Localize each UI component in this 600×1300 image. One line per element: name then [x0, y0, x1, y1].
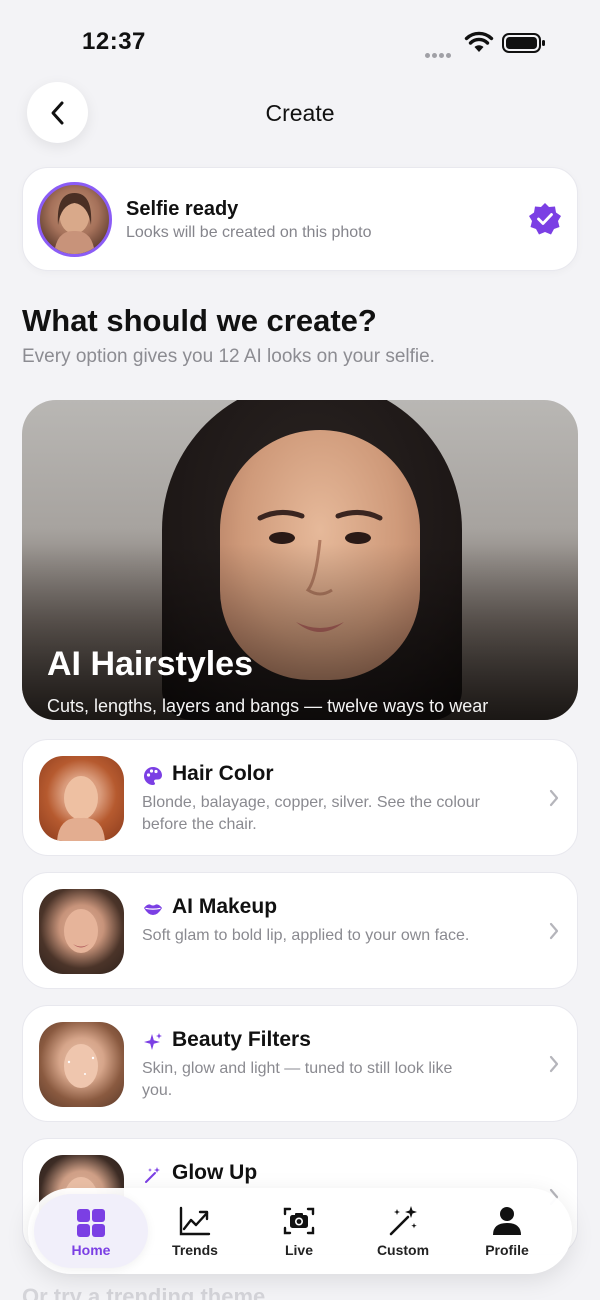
chevron-right-icon: [549, 789, 559, 807]
nav-label: Trends: [172, 1242, 218, 1258]
palette-icon: [144, 767, 162, 785]
nav-label: Home: [71, 1242, 111, 1258]
chevron-right-icon: [549, 1055, 559, 1073]
nav-item-custom[interactable]: Custom: [356, 1188, 450, 1274]
hero-subtitle: Cuts, lengths, layers and bangs — twelve…: [47, 696, 489, 716]
verified-badge-icon: [529, 203, 561, 235]
nav-label: Live: [284, 1242, 313, 1258]
nav-item-trends[interactable]: Trends: [148, 1188, 242, 1274]
status-bar: 12:37: [0, 0, 600, 84]
battery-icon: [502, 33, 545, 53]
hero-title: AI Hairstyles: [47, 645, 253, 683]
sparkles-icon: [144, 1033, 162, 1050]
page-title: Create: [265, 100, 335, 126]
section-subheading: Every option gives you 12 AI looks on yo…: [22, 346, 435, 367]
option-description: Skin, glow and light — tuned to still lo…: [142, 1060, 453, 1099]
bottom-nav: Home Trends Live Custom Profile: [28, 1188, 572, 1274]
selfie-card[interactable]: Selfie ready Looks will be created on th…: [22, 167, 578, 271]
hero-card-ai-hairstyles[interactable]: AI Hairstyles Cuts, lengths, layers and …: [22, 400, 578, 720]
trend-chart-icon: [179, 1206, 211, 1236]
option-title: Glow Up: [172, 1161, 258, 1184]
nav-item-live[interactable]: Live: [252, 1188, 346, 1274]
trending-section-heading: Or try a trending theme: [22, 1284, 266, 1300]
selfie-avatar: [37, 182, 112, 257]
person-icon: [493, 1207, 521, 1235]
magic-wand-icon: [145, 1167, 160, 1183]
option-title: AI Makeup: [172, 895, 278, 918]
camera-icon: [283, 1207, 315, 1235]
chevron-right-icon: [549, 922, 559, 940]
lips-icon: [144, 904, 162, 915]
nav-item-profile[interactable]: Profile: [460, 1188, 554, 1274]
status-time: 12:37: [82, 28, 146, 55]
nav-label: Profile: [485, 1242, 529, 1258]
ai-makeup-thumbnail: [39, 889, 124, 974]
option-description: Soft glam to bold lip, applied to your o…: [142, 927, 470, 944]
option-card-ai-makeup[interactable]: AI Makeup Soft glam to bold lip, applied…: [22, 872, 578, 989]
grid-icon: [77, 1209, 105, 1237]
selfie-title: Selfie ready: [126, 198, 239, 220]
section-heading: What should we create?: [22, 303, 377, 338]
wifi-icon: [464, 31, 494, 52]
option-card-hair-color[interactable]: Hair Color Blonde, balayage, copper, sil…: [22, 739, 578, 856]
nav-label: Custom: [376, 1242, 430, 1258]
selfie-subtitle: Looks will be created on this photo: [126, 224, 372, 241]
option-title: Beauty Filters: [172, 1028, 311, 1051]
option-description: Blonde, balayage, copper, silver. See th…: [142, 794, 480, 833]
option-title: Hair Color: [172, 762, 274, 785]
nav-item-home[interactable]: Home: [34, 1194, 148, 1268]
option-card-beauty-filters[interactable]: Beauty Filters Skin, glow and light — tu…: [22, 1005, 578, 1122]
signal-icon: [425, 45, 453, 63]
beauty-filters-thumbnail: [39, 1022, 124, 1107]
magic-wand-icon: [389, 1206, 417, 1236]
hair-color-thumbnail: [39, 756, 124, 841]
